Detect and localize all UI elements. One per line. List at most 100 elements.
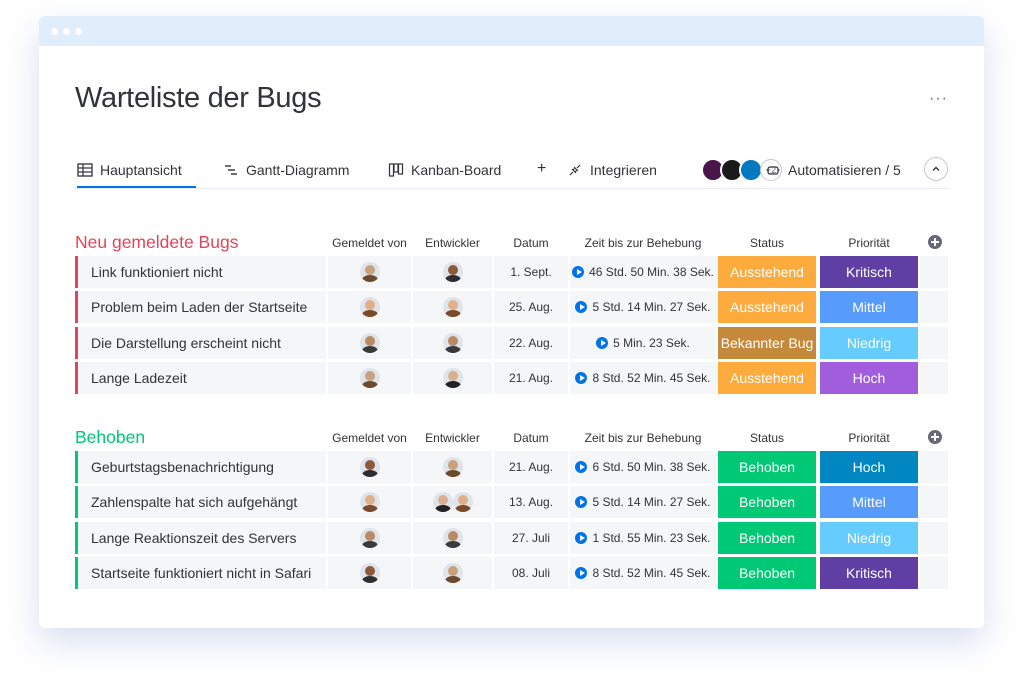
item-name[interactable]: Problem beim Laden der Startseite: [75, 291, 326, 324]
developer-cell[interactable]: [413, 256, 492, 288]
avatar[interactable]: [359, 332, 380, 353]
priority-label[interactable]: Hoch: [820, 451, 918, 483]
column-header-reported-by[interactable]: Gemeldet von: [328, 431, 411, 445]
reporter-cell[interactable]: [328, 521, 411, 554]
item-name[interactable]: Lange Reaktionszeit des Servers: [75, 521, 326, 554]
status-label[interactable]: Behoben: [718, 486, 816, 519]
column-header-priority[interactable]: Priorität: [820, 431, 918, 445]
status-label[interactable]: Ausstehend: [718, 256, 816, 288]
column-header-time-to-fix[interactable]: Zeit bis zur Behebung: [570, 431, 716, 445]
add-column-button[interactable]: [928, 235, 942, 249]
avatar[interactable]: [442, 262, 463, 282]
table-row[interactable]: Link funktioniert nicht 1. Sept. 46 Std. 5…: [75, 256, 948, 288]
item-name[interactable]: Startseite funktioniert nicht in Safari: [75, 557, 326, 590]
reporter-cell[interactable]: [328, 256, 411, 288]
status-label[interactable]: Behoben: [718, 451, 816, 483]
play-icon[interactable]: [575, 531, 588, 544]
table-row[interactable]: Die Darstellung erscheint nicht 22. Aug. 5…: [75, 326, 948, 359]
status-label[interactable]: Ausstehend: [718, 362, 816, 395]
table-row[interactable]: Problem beim Laden der Startseite 25. Aug…: [75, 291, 948, 324]
developer-cell[interactable]: [413, 326, 492, 359]
column-header-status[interactable]: Status: [718, 431, 816, 445]
developer-cell[interactable]: [413, 291, 492, 324]
time-tracking-cell[interactable]: 5 Std. 14 Min. 27 Sek.: [570, 291, 716, 324]
avatar[interactable]: [359, 262, 380, 282]
time-tracking-cell[interactable]: 6 Std. 50 Min. 38 Sek.: [570, 451, 716, 483]
automate-button[interactable]: Automatisieren / 5: [765, 162, 901, 178]
column-header-date[interactable]: Datum: [494, 431, 568, 445]
avatar[interactable]: [442, 457, 463, 477]
avatar[interactable]: [359, 492, 380, 513]
avatar[interactable]: [452, 492, 473, 513]
time-tracking-cell[interactable]: 5 Min. 23 Sek.: [570, 326, 716, 359]
date-cell[interactable]: 21. Aug.: [494, 362, 568, 395]
date-cell[interactable]: 08. Juli: [494, 557, 568, 590]
priority-label[interactable]: Niedrig: [820, 521, 918, 554]
play-icon[interactable]: [575, 301, 588, 314]
date-cell[interactable]: 21. Aug.: [494, 451, 568, 483]
tab-kanban[interactable]: Kanban-Board: [388, 162, 501, 178]
priority-label[interactable]: Hoch: [820, 362, 918, 395]
priority-label[interactable]: Niedrig: [820, 326, 918, 359]
column-header-developer[interactable]: Entwickler: [413, 236, 492, 250]
item-name[interactable]: Lange Ladezeit: [75, 362, 326, 395]
column-header-developer[interactable]: Entwickler: [413, 431, 492, 445]
tab-main-view[interactable]: Hauptansicht: [77, 162, 196, 188]
avatar[interactable]: [442, 368, 463, 389]
status-label[interactable]: Ausstehend: [718, 291, 816, 324]
developer-cell[interactable]: [413, 521, 492, 554]
avatar-group[interactable]: [432, 492, 473, 513]
integrate-button[interactable]: Integrieren: [567, 162, 657, 178]
table-row[interactable]: Lange Ladezeit 21. Aug. 8 Std. 52 Min. 45 …: [75, 362, 948, 395]
column-header-reported-by[interactable]: Gemeldet von: [328, 236, 411, 250]
collapse-header-button[interactable]: [924, 157, 948, 181]
developer-cell[interactable]: [413, 486, 492, 519]
group-title[interactable]: Behoben: [75, 427, 145, 448]
avatar[interactable]: [442, 563, 463, 584]
time-tracking-cell[interactable]: 8 Std. 52 Min. 45 Sek.: [570, 362, 716, 395]
board-title[interactable]: Warteliste der Bugs: [75, 82, 322, 115]
column-header-time-to-fix[interactable]: Zeit bis zur Behebung: [570, 236, 716, 250]
item-name[interactable]: Link funktioniert nicht: [75, 256, 326, 288]
developer-cell[interactable]: [413, 451, 492, 483]
status-label[interactable]: Bekannter Bug: [718, 326, 816, 359]
priority-label[interactable]: Mittel: [820, 486, 918, 519]
reporter-cell[interactable]: [328, 451, 411, 483]
priority-label[interactable]: Kritisch: [820, 256, 918, 288]
developer-cell[interactable]: [413, 362, 492, 395]
avatar[interactable]: [359, 297, 380, 318]
column-header-status[interactable]: Status: [718, 236, 816, 250]
status-label[interactable]: Behoben: [718, 557, 816, 590]
group-title[interactable]: Neu gemeldete Bugs: [75, 232, 238, 253]
avatar[interactable]: [359, 368, 380, 389]
avatar[interactable]: [432, 492, 453, 513]
avatar[interactable]: [442, 297, 463, 318]
developer-cell[interactable]: [413, 557, 492, 590]
avatar[interactable]: [359, 563, 380, 584]
table-row[interactable]: Lange Reaktionszeit des Servers 27. Juli 1…: [75, 521, 948, 554]
priority-label[interactable]: Kritisch: [820, 557, 918, 590]
play-icon[interactable]: [575, 567, 588, 580]
play-icon[interactable]: [572, 266, 585, 278]
add-column-button[interactable]: [928, 430, 942, 444]
reporter-cell[interactable]: [328, 557, 411, 590]
time-tracking-cell[interactable]: 46 Std. 50 Min. 38 Sek.: [570, 256, 716, 288]
play-icon[interactable]: [575, 372, 588, 385]
item-name[interactable]: Die Darstellung erscheint nicht: [75, 326, 326, 359]
reporter-cell[interactable]: [328, 291, 411, 324]
table-row[interactable]: Geburtstagsbenachrichtigung 21. Aug. 6 Std…: [75, 451, 948, 483]
avatar[interactable]: [359, 457, 380, 477]
board-more-menu-button[interactable]: ···: [929, 90, 948, 108]
date-cell[interactable]: 25. Aug.: [494, 291, 568, 324]
time-tracking-cell[interactable]: 5 Std. 14 Min. 27 Sek.: [570, 486, 716, 519]
play-icon[interactable]: [575, 461, 588, 473]
reporter-cell[interactable]: [328, 326, 411, 359]
priority-label[interactable]: Mittel: [820, 291, 918, 324]
column-header-priority[interactable]: Priorität: [820, 236, 918, 250]
date-cell[interactable]: 22. Aug.: [494, 326, 568, 359]
date-cell[interactable]: 1. Sept.: [494, 256, 568, 288]
avatar[interactable]: [442, 527, 463, 548]
date-cell[interactable]: 13. Aug.: [494, 486, 568, 519]
item-name[interactable]: Zahlenspalte hat sich aufgehängt: [75, 486, 326, 519]
avatar[interactable]: [359, 527, 380, 548]
